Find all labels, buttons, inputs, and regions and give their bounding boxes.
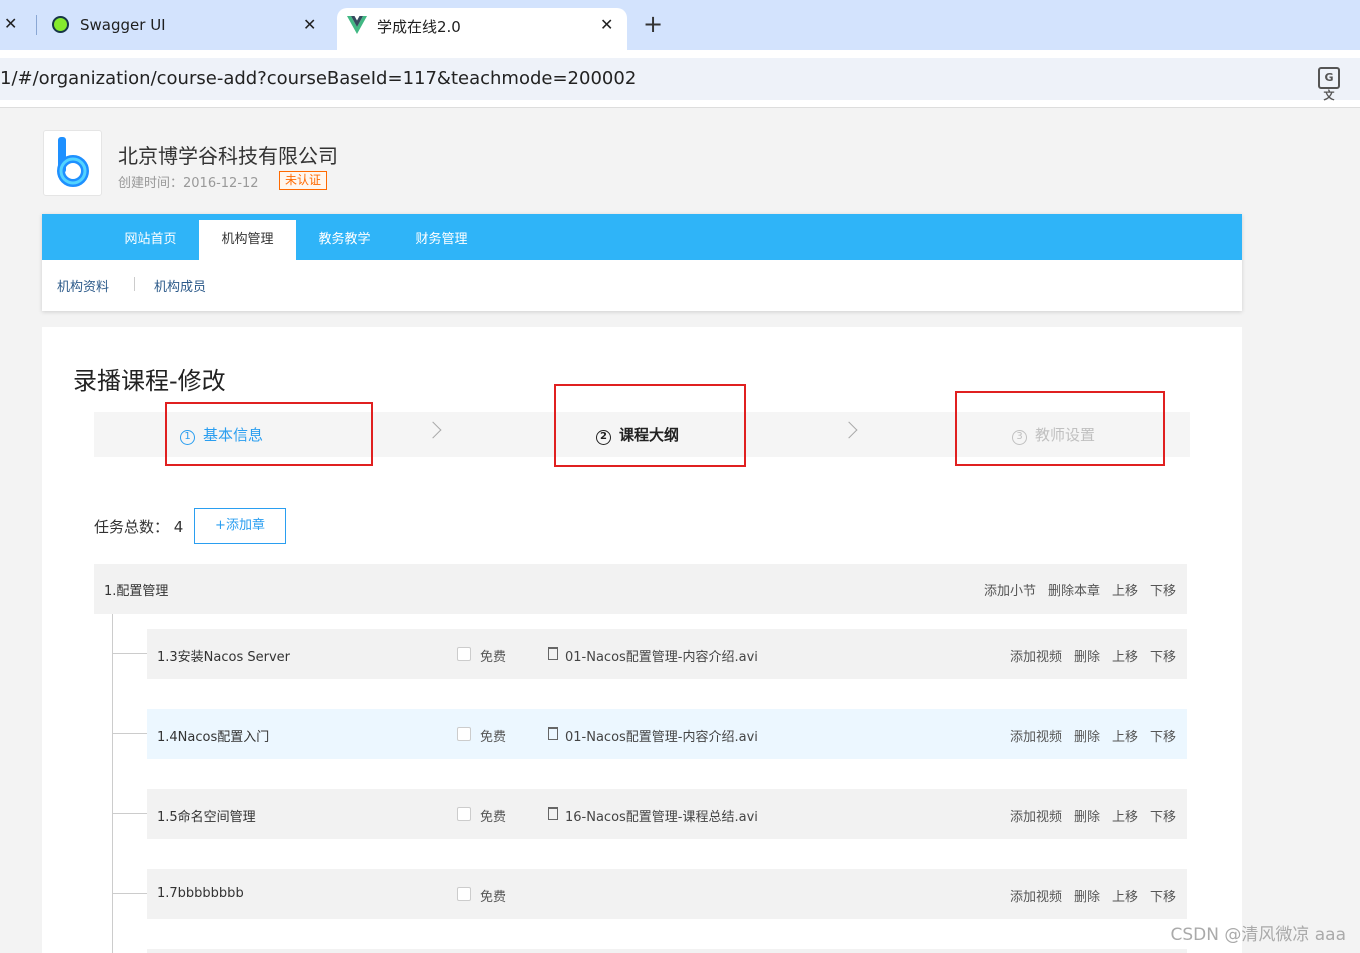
task-count-value: 4 bbox=[173, 518, 184, 536]
move-up-button[interactable]: 上移 bbox=[1112, 730, 1138, 745]
page: 北京博学谷科技有限公司 创建时间：2016-12-12 未认证 网站首页 机构管… bbox=[0, 108, 1360, 953]
free-checkbox[interactable] bbox=[457, 807, 471, 821]
section-row: 1.3安装Nacos Server 免费 01-Nacos配置管理-内容介绍.a… bbox=[112, 629, 1187, 679]
tab-title: Swagger UI bbox=[80, 16, 166, 34]
free-label: 免费 bbox=[480, 890, 507, 905]
translate-icon[interactable]: G文 bbox=[1318, 67, 1340, 102]
chapter-title: 1.配置管理 bbox=[104, 584, 169, 599]
section-row-partial bbox=[147, 949, 1187, 953]
section-actions: 添加视频 删除 上移 下移 bbox=[998, 646, 1176, 665]
tab-separator bbox=[36, 15, 37, 35]
browser-tab-xuecheng[interactable]: 学成在线2.0 ✕ bbox=[337, 8, 627, 50]
free-label: 免费 bbox=[480, 650, 507, 665]
section-title: 1.4Nacos配置入门 bbox=[157, 730, 270, 745]
main-nav: 网站首页 机构管理 教务教学 财务管理 bbox=[42, 214, 1242, 260]
subnav-divider bbox=[134, 277, 135, 291]
move-down-button[interactable]: 下移 bbox=[1150, 890, 1176, 905]
section-title: 1.7bbbbbbbb bbox=[157, 886, 244, 901]
watermark: CSDN @清风微凉 aaa bbox=[1170, 925, 1346, 945]
section-title: 1.5命名空间管理 bbox=[157, 810, 256, 825]
move-down-button[interactable]: 下移 bbox=[1150, 730, 1176, 745]
trash-icon[interactable] bbox=[548, 807, 558, 820]
free-checkbox[interactable] bbox=[457, 727, 471, 741]
chevron-right-icon bbox=[424, 421, 442, 439]
main-nav-box: 网站首页 机构管理 教务教学 财务管理 机构资料 机构成员 bbox=[42, 214, 1242, 311]
url-text: 1/#/organization/course-add?courseBaseId… bbox=[0, 68, 637, 89]
nav-item-teaching[interactable]: 教务教学 bbox=[296, 220, 393, 260]
task-count: 任务总数： 4 bbox=[94, 516, 183, 537]
browser-tab-bar: ✕ Swagger UI ✕ 学成在线2.0 ✕ + bbox=[0, 0, 1360, 50]
move-down-button[interactable]: 下移 bbox=[1150, 584, 1176, 599]
task-count-label: 任务总数： bbox=[94, 518, 170, 536]
delete-button[interactable]: 删除 bbox=[1074, 890, 1100, 905]
status-badge: 未认证 bbox=[279, 171, 328, 190]
free-checkbox[interactable] bbox=[457, 647, 471, 661]
delete-button[interactable]: 删除 bbox=[1074, 650, 1100, 665]
org-logo-icon bbox=[57, 137, 89, 187]
trash-icon[interactable] bbox=[548, 647, 558, 660]
annotation-box bbox=[955, 391, 1165, 466]
section-actions: 添加视频 删除 上移 下移 bbox=[998, 726, 1176, 745]
url-field[interactable]: 1/#/organization/course-add?courseBaseId… bbox=[0, 58, 1360, 102]
delete-chapter-button[interactable]: 删除本章 bbox=[1048, 584, 1100, 599]
free-checkbox[interactable] bbox=[457, 887, 471, 901]
org-name: 北京博学谷科技有限公司 bbox=[118, 144, 338, 168]
move-up-button[interactable]: 上移 bbox=[1112, 650, 1138, 665]
tree-line bbox=[112, 614, 113, 953]
add-video-button[interactable]: 添加视频 bbox=[1010, 650, 1062, 665]
section-row: 1.5命名空间管理 免费 16-Nacos配置管理-课程总结.avi 添加视频删… bbox=[112, 789, 1187, 839]
free-label: 免费 bbox=[480, 810, 507, 825]
swagger-favicon-icon bbox=[52, 16, 69, 33]
chapter-row: 1.配置管理 添加小节 删除本章 上移 下移 bbox=[94, 564, 1187, 614]
close-icon[interactable]: ✕ bbox=[4, 14, 17, 33]
section-title: 1.3安装Nacos Server bbox=[157, 650, 291, 665]
move-down-button[interactable]: 下移 bbox=[1150, 650, 1176, 665]
address-bar: 1/#/organization/course-add?courseBaseId… bbox=[0, 50, 1360, 108]
nav-item-org-manage[interactable]: 机构管理 bbox=[199, 220, 296, 260]
video-filename: 16-Nacos配置管理-课程总结.avi bbox=[565, 810, 758, 825]
video-filename: 01-Nacos配置管理-内容介绍.avi bbox=[565, 650, 758, 665]
tree-branch bbox=[112, 653, 147, 654]
chapter-actions: 添加小节 删除本章 上移 下移 bbox=[972, 580, 1176, 599]
section-row: 1.7bbbbbbbb 免费 添加视频 删除 上移 下移 bbox=[112, 869, 1187, 919]
add-video-button[interactable]: 添加视频 bbox=[1010, 890, 1062, 905]
new-tab-button[interactable]: + bbox=[643, 10, 663, 38]
subnav-item-org-info[interactable]: 机构资料 bbox=[57, 276, 109, 295]
add-video-button[interactable]: 添加视频 bbox=[1010, 810, 1062, 825]
section-actions: 添加视频 删除 上移 下移 bbox=[998, 806, 1176, 825]
tree-branch bbox=[112, 813, 147, 814]
section-actions: 添加视频 删除 上移 下移 bbox=[998, 886, 1176, 905]
course-edit-panel: 录播课程-修改 1 基本信息 2 课程大纲 3 教师设置 任务总数： 4 +添加章 1… bbox=[42, 327, 1242, 953]
section-row: 1.4Nacos配置入门 免费 01-Nacos配置管理-内容介绍.avi 添加… bbox=[112, 709, 1187, 759]
page-title: 录播课程-修改 bbox=[73, 367, 226, 395]
move-up-button[interactable]: 上移 bbox=[1112, 890, 1138, 905]
annotation-box bbox=[165, 402, 373, 466]
tree-branch bbox=[112, 893, 147, 894]
video-filename: 01-Nacos配置管理-内容介绍.avi bbox=[565, 730, 758, 745]
nav-item-finance[interactable]: 财务管理 bbox=[393, 220, 490, 260]
move-up-button[interactable]: 上移 bbox=[1112, 810, 1138, 825]
add-section-button[interactable]: 添加小节 bbox=[984, 584, 1036, 599]
tree-branch bbox=[112, 733, 147, 734]
close-icon[interactable]: ✕ bbox=[600, 15, 613, 34]
org-logo bbox=[43, 130, 102, 196]
add-video-button[interactable]: 添加视频 bbox=[1010, 730, 1062, 745]
subnav-item-org-members[interactable]: 机构成员 bbox=[154, 276, 206, 295]
move-up-button[interactable]: 上移 bbox=[1112, 584, 1138, 599]
chevron-right-icon bbox=[840, 421, 858, 439]
delete-button[interactable]: 删除 bbox=[1074, 730, 1100, 745]
close-icon[interactable]: ✕ bbox=[303, 15, 316, 34]
nav-item-home[interactable]: 网站首页 bbox=[102, 220, 199, 260]
free-label: 免费 bbox=[480, 730, 507, 745]
org-created-date: 创建时间：2016-12-12 bbox=[118, 176, 259, 191]
vue-favicon-icon bbox=[347, 16, 367, 34]
delete-button[interactable]: 删除 bbox=[1074, 810, 1100, 825]
add-chapter-button[interactable]: +添加章 bbox=[194, 508, 286, 544]
move-down-button[interactable]: 下移 bbox=[1150, 810, 1176, 825]
browser-tab-swagger[interactable]: Swagger UI ✕ bbox=[40, 0, 330, 50]
trash-icon[interactable] bbox=[548, 727, 558, 740]
annotation-box bbox=[554, 384, 746, 467]
tab-title: 学成在线2.0 bbox=[377, 18, 461, 36]
